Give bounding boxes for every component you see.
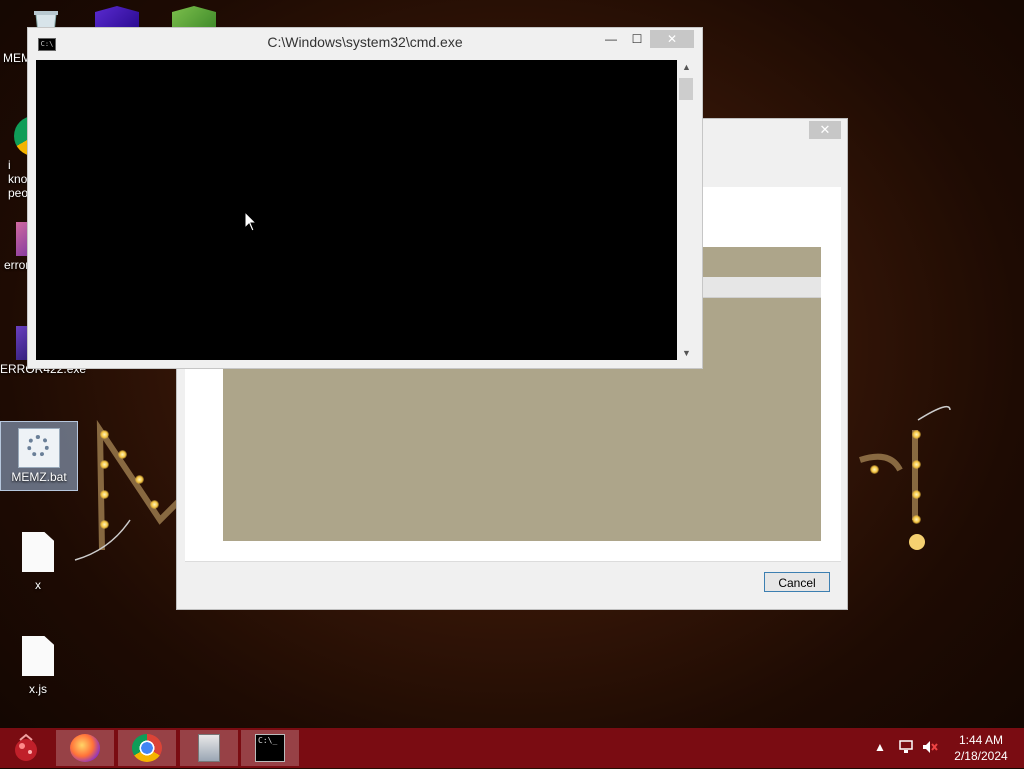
scroll-down-arrow-icon[interactable]: ▼ bbox=[678, 348, 695, 358]
desktop-icon-label: i know people bbox=[8, 158, 30, 200]
volume-tray-button[interactable] bbox=[922, 740, 938, 757]
close-icon: ✕ bbox=[819, 122, 831, 137]
show-hidden-icons-button[interactable]: ▲ bbox=[874, 740, 886, 754]
console-output-area[interactable] bbox=[36, 60, 677, 360]
desktop-icon-memz-bat[interactable]: MEMZ.bat bbox=[0, 421, 78, 491]
close-icon: ✕ bbox=[666, 32, 678, 46]
installer-icon bbox=[198, 734, 220, 762]
firefox-icon bbox=[70, 734, 100, 762]
file-icon bbox=[22, 532, 54, 572]
desktop-icon-x[interactable]: x bbox=[0, 532, 76, 592]
file-icon bbox=[22, 636, 54, 676]
desktop-icon-x-js[interactable]: x.js bbox=[0, 636, 76, 696]
scrollbar-thumb[interactable] bbox=[679, 78, 693, 100]
desktop-icon-label: x.js bbox=[29, 682, 47, 696]
mouse-cursor-icon bbox=[244, 211, 258, 232]
maximize-button[interactable]: ☐ bbox=[624, 30, 650, 48]
cmd-icon: C:\_ bbox=[255, 734, 285, 762]
start-orb-icon bbox=[15, 733, 37, 761]
dialog-footer-divider bbox=[185, 561, 841, 562]
desktop-icon-label: error bbox=[4, 258, 30, 272]
start-button[interactable] bbox=[8, 732, 44, 764]
minimize-button[interactable]: — bbox=[598, 30, 624, 48]
taskbar: C:\_ ▲ 1:44 AM 2/18/2024 bbox=[0, 728, 1024, 768]
chevron-up-icon: ▲ bbox=[874, 740, 886, 754]
batch-file-icon bbox=[18, 428, 60, 468]
desktop-icon-i-know-people[interactable]: i know people bbox=[0, 116, 30, 200]
chrome-icon bbox=[132, 734, 162, 762]
taskbar-clock[interactable]: 1:44 AM 2/18/2024 bbox=[946, 732, 1016, 764]
maximize-icon: ☐ bbox=[631, 32, 643, 46]
gear-icon bbox=[27, 435, 49, 457]
taskbar-chrome-button[interactable] bbox=[118, 730, 176, 766]
vertical-scrollbar[interactable]: ▲ ▼ bbox=[678, 60, 695, 360]
cmd-icon-text: C:\_ bbox=[258, 736, 278, 745]
dialog-close-button[interactable]: ✕ bbox=[809, 121, 841, 139]
network-tray-button[interactable] bbox=[899, 740, 913, 757]
close-button[interactable]: ✕ bbox=[650, 30, 694, 48]
minimize-icon: — bbox=[605, 32, 617, 46]
scroll-up-arrow-icon[interactable]: ▲ bbox=[678, 62, 695, 72]
network-icon bbox=[899, 740, 913, 753]
taskbar-firefox-button[interactable] bbox=[56, 730, 114, 766]
cancel-button[interactable]: Cancel bbox=[764, 572, 830, 592]
volume-muted-icon bbox=[923, 741, 938, 753]
desktop-icon-label: MEMZ.bat bbox=[11, 470, 67, 484]
desktop-icon-error[interactable]: error bbox=[0, 222, 30, 272]
taskbar-installer-button[interactable] bbox=[180, 730, 238, 766]
desktop-icon-label: x bbox=[35, 578, 41, 592]
clock-date: 2/18/2024 bbox=[954, 749, 1008, 763]
cmd-window: C:\ C:\Windows\system32\cmd.exe — ☐ ✕ ▲ … bbox=[27, 27, 703, 369]
clock-time: 1:44 AM bbox=[958, 733, 1004, 747]
taskbar-cmd-button[interactable]: C:\_ bbox=[241, 730, 299, 766]
